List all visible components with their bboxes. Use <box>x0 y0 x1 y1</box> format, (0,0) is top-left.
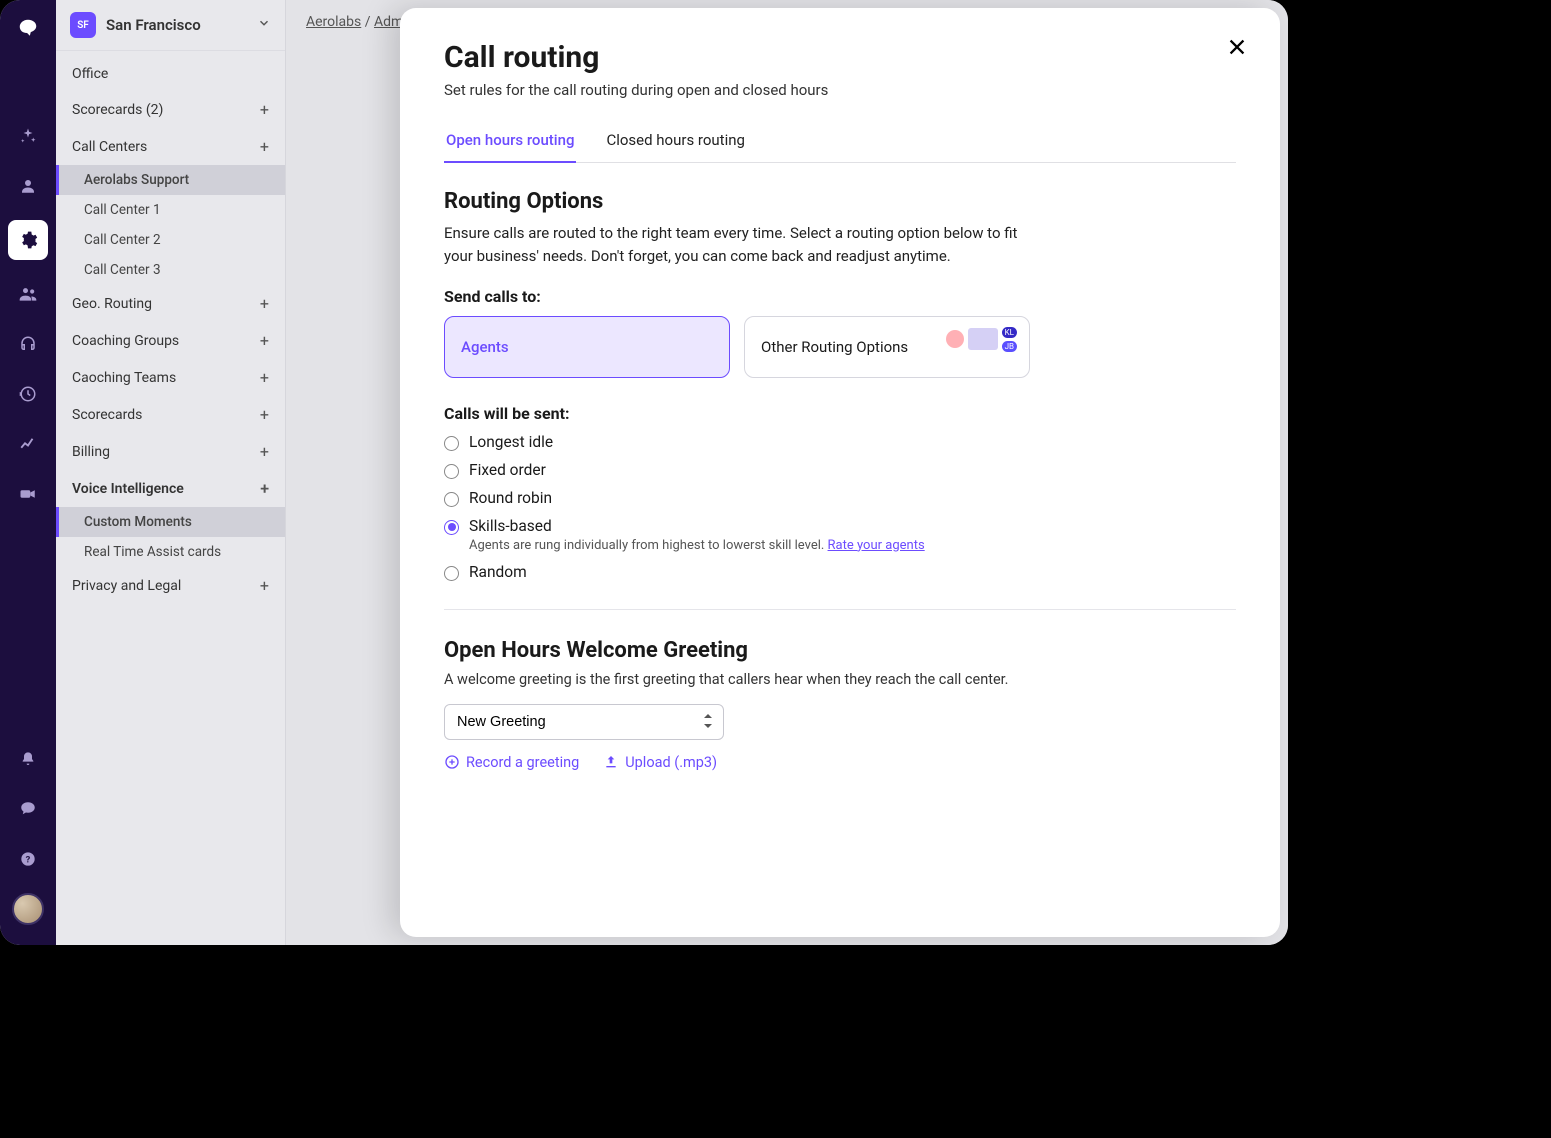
divider <box>444 609 1236 610</box>
greeting-select[interactable]: New Greeting <box>444 704 724 740</box>
video-icon[interactable] <box>12 478 44 510</box>
plus-icon[interactable]: + <box>260 368 269 387</box>
sidebar-item[interactable]: Caoching Teams + <box>56 359 285 396</box>
sidebar-subitem[interactable]: Aerolabs Support <box>56 165 285 195</box>
sidebar-item-label: Voice Intelligence <box>72 481 184 497</box>
radio-icon[interactable] <box>444 436 459 451</box>
sidebar-item[interactable]: Geo. Routing + <box>56 285 285 322</box>
radio-icon[interactable] <box>444 464 459 479</box>
radio-label: Skills-based <box>469 517 925 535</box>
sidebar-item-label: Scorecards <box>72 407 142 423</box>
workspace-badge: SF <box>70 12 96 38</box>
nav-rail: ? <box>0 0 56 945</box>
section-desc: Ensure calls are routed to the right tea… <box>444 222 1024 269</box>
card-agents[interactable]: Agents <box>444 316 730 378</box>
plus-icon[interactable]: + <box>260 479 269 498</box>
send-calls-label: Send calls to: <box>444 287 1236 306</box>
sidebar-subitem[interactable]: Custom Moments <box>56 507 285 537</box>
logo-icon[interactable] <box>12 12 44 44</box>
plus-icon[interactable]: + <box>260 294 269 313</box>
sidebar: SF San Francisco OfficeScorecards (2)+Ca… <box>56 0 286 945</box>
sidebar-subitem[interactable]: Call Center 2 <box>56 225 285 255</box>
sparkle-icon[interactable] <box>12 120 44 152</box>
radio-label: Longest idle <box>469 433 553 451</box>
plus-icon[interactable]: + <box>260 442 269 461</box>
plus-icon[interactable]: + <box>260 137 269 156</box>
routing-option[interactable]: Fixed order <box>444 461 1236 479</box>
sidebar-item[interactable]: Scorecards + <box>56 396 285 433</box>
sidebar-item[interactable]: Call Centers + <box>56 128 285 165</box>
chevron-down-icon <box>257 16 271 34</box>
panel-subtitle: Set rules for the call routing during op… <box>444 81 1236 99</box>
panel-title: Call routing <box>444 40 1236 75</box>
card-other-routing[interactable]: Other Routing Options KL JB <box>744 316 1030 378</box>
bell-icon[interactable] <box>12 743 44 775</box>
sidebar-item[interactable]: Office <box>56 57 285 91</box>
close-icon[interactable] <box>1226 36 1248 63</box>
radio-label: Round robin <box>469 489 552 507</box>
sidebar-item-label: Billing <box>72 444 110 460</box>
sidebar-item[interactable]: Privacy and Legal + <box>56 567 285 604</box>
tab-open-hours[interactable]: Open hours routing <box>444 121 576 163</box>
radio-help-text: Agents are rung individually from highes… <box>469 538 925 553</box>
team-icon[interactable] <box>12 278 44 310</box>
routing-radio-group: Longest idle Fixed order Round robin Skills… <box>444 433 1236 581</box>
plus-icon[interactable]: + <box>260 576 269 595</box>
headset-icon[interactable] <box>12 328 44 360</box>
radio-icon[interactable] <box>444 520 459 535</box>
sidebar-item[interactable]: Billing + <box>56 433 285 470</box>
plus-icon[interactable]: + <box>260 405 269 424</box>
section-heading: Routing Options <box>444 189 1236 214</box>
routing-option[interactable]: Longest idle <box>444 433 1236 451</box>
sidebar-item-label: Scorecards (2) <box>72 102 163 118</box>
record-greeting-link[interactable]: Record a greeting <box>444 754 579 771</box>
radio-label: Random <box>469 563 527 581</box>
sidebar-item-label: Geo. Routing <box>72 296 152 312</box>
routing-option[interactable]: Random <box>444 563 1236 581</box>
help-icon[interactable]: ? <box>12 843 44 875</box>
tabs: Open hours routing Closed hours routing <box>444 121 1236 163</box>
tab-closed-hours[interactable]: Closed hours routing <box>604 121 747 163</box>
avatar[interactable] <box>12 893 44 925</box>
section-desc: A welcome greeting is the first greeting… <box>444 671 1236 688</box>
card-illustration: KL JB <box>946 327 1017 352</box>
chat-icon[interactable] <box>12 793 44 825</box>
plus-icon[interactable]: + <box>260 100 269 119</box>
sidebar-item[interactable]: Coaching Groups + <box>56 322 285 359</box>
sidebar-item-label: Privacy and Legal <box>72 578 181 594</box>
sidebar-item-label: Office <box>72 66 108 82</box>
analytics-icon[interactable] <box>12 428 44 460</box>
greeting-section: Open Hours Welcome Greeting A welcome gr… <box>444 638 1236 771</box>
workspace-name: San Francisco <box>106 16 247 34</box>
radio-label: Fixed order <box>469 461 546 479</box>
gear-icon[interactable] <box>8 220 48 260</box>
breadcrumb-link[interactable]: Aerolabs <box>306 14 361 30</box>
sidebar-item-label: Caoching Teams <box>72 370 176 386</box>
radio-icon[interactable] <box>444 492 459 507</box>
sidebar-item[interactable]: Voice Intelligence + <box>56 470 285 507</box>
routing-option[interactable]: Round robin <box>444 489 1236 507</box>
rate-agents-link[interactable]: Rate your agents <box>828 538 925 553</box>
sidebar-subitem[interactable]: Real Time Assist cards <box>56 537 285 567</box>
main-area: Aerolabs / Admi Call routing Set rules f… <box>286 0 1288 945</box>
person-icon[interactable] <box>12 170 44 202</box>
routing-options-section: Routing Options Ensure calls are routed … <box>444 189 1236 581</box>
sidebar-subitem[interactable]: Call Center 3 <box>56 255 285 285</box>
sidebar-nav: Office Scorecards (2) + Call Centers + Aerola… <box>56 51 285 610</box>
calls-sent-label: Calls will be sent: <box>444 404 1236 423</box>
call-routing-panel: Call routing Set rules for the call rout… <box>400 8 1280 937</box>
sidebar-item-label: Coaching Groups <box>72 333 179 349</box>
upload-greeting-link[interactable]: Upload (.mp3) <box>603 754 717 771</box>
history-icon[interactable] <box>12 378 44 410</box>
radio-icon[interactable] <box>444 566 459 581</box>
routing-option[interactable]: Skills-based Agents are rung individually… <box>444 517 1236 553</box>
workspace-switcher[interactable]: SF San Francisco <box>56 0 285 51</box>
section-heading: Open Hours Welcome Greeting <box>444 638 1236 663</box>
sidebar-subitem[interactable]: Call Center 1 <box>56 195 285 225</box>
sidebar-item-label: Call Centers <box>72 139 147 155</box>
sidebar-item[interactable]: Scorecards (2) + <box>56 91 285 128</box>
svg-text:?: ? <box>26 854 31 865</box>
plus-icon[interactable]: + <box>260 331 269 350</box>
